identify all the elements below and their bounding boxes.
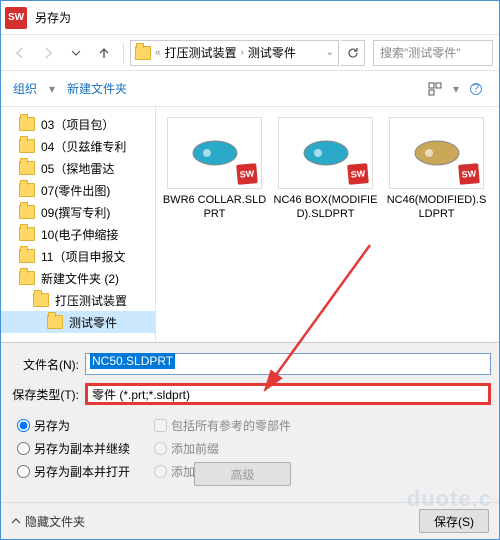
folder-icon	[19, 249, 35, 263]
file-item[interactable]: SW NC46(MODIFIED).SLDPRT	[384, 117, 489, 222]
recent-dropdown[interactable]	[63, 40, 89, 66]
filetype-label: 保存类型(T):	[9, 386, 85, 403]
file-thumbnail: SW	[278, 117, 373, 189]
arrow-right-icon	[41, 46, 55, 60]
filename-label: 文件名(N):	[9, 356, 85, 373]
file-item[interactable]: SW NC46 BOX(MODIFIED).SLDPRT	[273, 117, 378, 222]
path-part[interactable]: 测试零件	[248, 44, 296, 61]
tree-item[interactable]: 05（探地雷达	[1, 157, 155, 179]
refresh-button[interactable]	[341, 40, 365, 66]
view-mode-button[interactable]	[425, 78, 447, 100]
tree-item[interactable]: 03（项目包）	[1, 113, 155, 135]
form-area: 文件名(N): NC50.SLDPRT 保存类型(T): 零件 (*.prt;*…	[1, 342, 499, 502]
file-name: NC46 BOX(MODIFIED).SLDPRT	[273, 193, 378, 222]
file-name: BWR6 COLLAR.SLDPRT	[162, 193, 267, 222]
advanced-button[interactable]: 高级	[194, 462, 291, 486]
help-icon: ?	[469, 82, 483, 96]
arrow-up-icon	[97, 46, 111, 60]
folder-icon	[33, 293, 49, 307]
folder-icon	[47, 315, 63, 329]
solidworks-icon: SW	[5, 7, 27, 29]
file-item[interactable]: SW BWR6 COLLAR.SLDPRT	[162, 117, 267, 222]
folder-icon	[19, 161, 35, 175]
back-button[interactable]	[7, 40, 33, 66]
solidworks-badge-icon: SW	[458, 163, 480, 185]
tree-item-label: 打压测试装置	[55, 292, 127, 309]
tree-item-label: 05（探地雷达	[41, 160, 114, 177]
tree-item-label: 新建文件夹 (2)	[41, 270, 119, 287]
folder-icon	[19, 117, 35, 131]
body: 03（项目包） 04（贝兹维专利 05（探地雷达 07(零件出图) 09(撰写专利) 10…	[1, 107, 499, 342]
arrow-left-icon	[13, 46, 27, 60]
folder-icon	[135, 46, 151, 60]
save-options: 另存为另存为副本并继续另存为副本并打开 包括所有参考的零部件添加前缀添加后缀高级	[9, 413, 491, 494]
folder-icon	[19, 139, 35, 153]
thumbnails-icon	[428, 82, 444, 96]
tree-item-label: 07(零件出图)	[41, 182, 110, 199]
nav-bar: « 打压测试装置 › 测试零件 ⌄ 搜索"测试零件"	[1, 35, 499, 71]
file-thumbnail: SW	[389, 117, 484, 189]
tree-item[interactable]: 测试零件	[1, 311, 155, 333]
organize-menu[interactable]: 组织	[13, 80, 37, 97]
up-button[interactable]	[91, 40, 117, 66]
save-mode-radio[interactable]: 另存为副本并打开	[17, 463, 130, 480]
chevron-right-icon: «	[155, 47, 161, 58]
chevron-right-icon: ›	[241, 47, 244, 58]
window-title: 另存为	[35, 9, 71, 26]
tree-item-label: 11（项目申报文	[41, 248, 125, 265]
option-checkbox[interactable]: 添加前缀	[154, 440, 291, 457]
save-button[interactable]: 保存(S)	[419, 509, 489, 533]
tree-item[interactable]: 11（项目申报文	[1, 245, 155, 267]
titlebar: SW 另存为	[1, 1, 499, 35]
folder-tree[interactable]: 03（项目包） 04（贝兹维专利 05（探地雷达 07(零件出图) 09(撰写专利) 10…	[1, 107, 156, 342]
file-thumbnail: SW	[167, 117, 262, 189]
folder-icon	[19, 227, 35, 241]
tree-item[interactable]: 07(零件出图)	[1, 179, 155, 201]
filename-input[interactable]: NC50.SLDPRT	[85, 353, 491, 375]
search-placeholder: 搜索"测试零件"	[380, 44, 461, 61]
solidworks-badge-icon: SW	[236, 163, 258, 185]
tree-item[interactable]: 新建文件夹 (2)	[1, 267, 155, 289]
tree-item[interactable]: 04（贝兹维专利	[1, 135, 155, 157]
tree-item-label: 测试零件	[69, 314, 117, 331]
chevron-up-icon	[11, 516, 21, 526]
tree-item[interactable]: 10(电子伸缩接	[1, 223, 155, 245]
folder-icon	[19, 271, 35, 285]
help-button[interactable]: ?	[465, 78, 487, 100]
separator	[123, 43, 124, 63]
path-box[interactable]: « 打压测试装置 › 测试零件 ⌄	[130, 40, 339, 66]
refresh-icon	[346, 46, 360, 60]
tree-item-label: 10(电子伸缩接	[41, 226, 118, 243]
watermark: duote.c	[407, 486, 492, 512]
tree-item[interactable]: 打压测试装置	[1, 289, 155, 311]
save-mode-radio[interactable]: 另存为	[17, 417, 130, 434]
view-controls: ▾ ?	[425, 78, 487, 100]
filetype-dropdown[interactable]: 零件 (*.prt;*.sldprt)	[85, 383, 491, 405]
folder-icon	[19, 183, 35, 197]
chevron-down-icon	[71, 48, 81, 58]
tree-item-label: 03（项目包）	[41, 116, 114, 133]
hide-folders-toggle[interactable]: 隐藏文件夹	[11, 513, 85, 530]
file-name: NC46(MODIFIED).SLDPRT	[384, 193, 489, 222]
save-mode-radio[interactable]: 另存为副本并继续	[17, 440, 130, 457]
toolbar: 组织 ▾ 新建文件夹 ▾ ?	[1, 71, 499, 107]
option-checkbox[interactable]: 包括所有参考的零部件	[154, 417, 291, 434]
file-pane[interactable]: SW BWR6 COLLAR.SLDPRT SW NC46 BOX(MODIFIED)…	[156, 107, 499, 342]
tree-item[interactable]: 09(撰写专利)	[1, 201, 155, 223]
forward-button[interactable]	[35, 40, 61, 66]
chevron-down-icon[interactable]: ⌄	[326, 47, 334, 58]
tree-item-label: 04（贝兹维专利	[41, 138, 126, 155]
path-part[interactable]: 打压测试装置	[165, 44, 237, 61]
tree-item-label: 09(撰写专利)	[41, 204, 110, 221]
new-folder-button[interactable]: 新建文件夹	[67, 80, 127, 97]
search-input[interactable]: 搜索"测试零件"	[373, 40, 493, 66]
svg-text:?: ?	[473, 82, 480, 95]
folder-icon	[19, 205, 35, 219]
solidworks-badge-icon: SW	[347, 163, 369, 185]
save-as-dialog: SW 另存为 « 打压测试装置 › 测试零件 ⌄ 搜索"测试零件"	[0, 0, 500, 540]
